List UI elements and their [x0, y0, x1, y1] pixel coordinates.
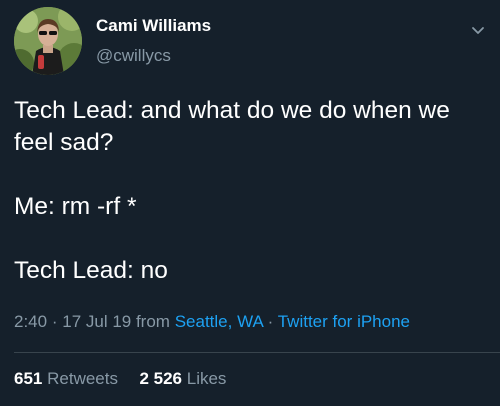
tweet-text: Tech Lead: and what do we do when we fee…: [14, 95, 484, 287]
source-link[interactable]: Twitter for iPhone: [278, 312, 410, 331]
tweet-line: Tech Lead: and what do we do when we fee…: [14, 97, 450, 156]
separator: ·: [51, 312, 58, 331]
tweet-card: Cami Williams @cwillycs Tech Lead: and w…: [0, 0, 500, 406]
avatar[interactable]: [14, 7, 82, 75]
user-handle[interactable]: @cwillycs: [96, 46, 171, 66]
likes-stat[interactable]: 2 526 Likes: [139, 369, 226, 388]
location-link[interactable]: Seattle, WA: [175, 312, 263, 331]
tweet-line: Tech Lead: no: [14, 257, 168, 284]
divider: [14, 352, 500, 353]
tweet-time[interactable]: 2:40: [14, 312, 47, 331]
likes-label: Likes: [186, 369, 227, 388]
tweet-meta: 2:40 · 17 Jul 19 from Seattle, WA · Twit…: [14, 312, 410, 332]
retweets-stat[interactable]: 651 Retweets: [14, 369, 123, 388]
chevron-down-icon[interactable]: [470, 22, 486, 38]
display-name[interactable]: Cami Williams: [96, 16, 211, 36]
retweets-count: 651: [14, 369, 43, 388]
tweet-line: Me: rm -rf *: [14, 193, 137, 220]
separator: ·: [267, 312, 274, 331]
tweet-date[interactable]: 17 Jul 19 from: [62, 312, 170, 331]
tweet-stats: 651 Retweets 2 526 Likes: [14, 369, 226, 389]
likes-count: 2 526: [139, 369, 182, 388]
retweets-label: Retweets: [47, 369, 118, 388]
